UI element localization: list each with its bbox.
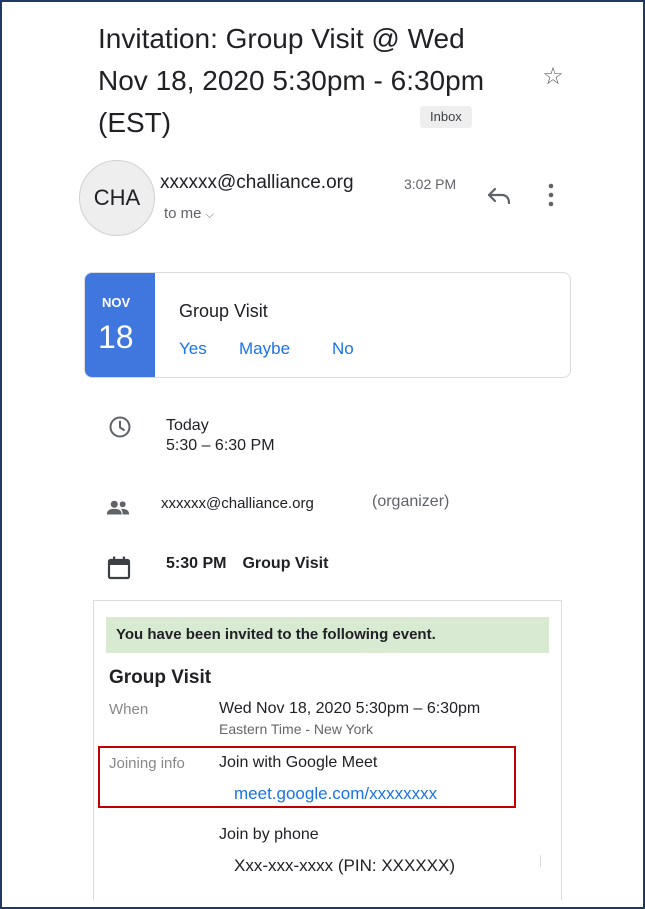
calendar-summary-time: 5:30 PM [166, 555, 227, 572]
star-outline-icon[interactable]: ☆ [540, 64, 566, 90]
when-value: Wed Nov 18, 2020 5:30pm – 6:30pm [219, 700, 481, 717]
recipient-label: to me [164, 205, 202, 222]
avatar: CHA [79, 160, 155, 236]
people-icon [106, 500, 130, 515]
event-day: 18 [98, 319, 134, 355]
invitation-title: Group Visit [109, 667, 212, 688]
inbox-label-badge[interactable]: Inbox [420, 106, 472, 128]
email-time: 3:02 PM [404, 176, 457, 192]
invitation-banner: You have been invited to the following e… [106, 617, 549, 653]
chevron-down-icon: ⌵ [205, 209, 214, 221]
reply-icon[interactable] [486, 185, 512, 207]
organizer-role: (organizer) [372, 493, 450, 510]
event-date-block: NOV 18 [85, 273, 155, 377]
when-label: When [109, 701, 149, 718]
clock-icon [109, 416, 131, 438]
rsvp-no-button[interactable]: No [332, 339, 354, 359]
calendar-summary[interactable]: 5:30 PM Group Visit [166, 555, 328, 573]
rsvp-maybe-button[interactable]: Maybe [239, 339, 290, 359]
event-title[interactable]: Group Visit [179, 301, 268, 322]
timezone-value: Eastern Time - New York [219, 721, 374, 737]
sender-address[interactable]: xxxxxx@challiance.org [160, 172, 354, 194]
event-when-day: Today [166, 417, 209, 434]
event-when: Today 5:30 – 6:30 PM [166, 416, 275, 456]
event-month: NOV [102, 295, 131, 310]
event-card[interactable]: NOV 18 Group Visit Yes Maybe No [84, 272, 571, 378]
event-when-time: 5:30 – 6:30 PM [166, 437, 275, 454]
joining-info-highlight [98, 746, 516, 808]
rsvp-yes-button[interactable]: Yes [179, 339, 207, 359]
email-view: Invitation: Group Visit @ Wed Nov 18, 20… [0, 0, 645, 909]
calendar-summary-title: Group Visit [242, 555, 329, 572]
scrollbar[interactable] [540, 855, 541, 867]
phone-number[interactable]: Xxx-xxx-xxxx (PIN: XXXXXX) [234, 856, 455, 876]
join-phone-label: Join by phone [219, 826, 319, 843]
calendar-icon [107, 556, 131, 580]
organizer-email[interactable]: xxxxxx@challiance.org [161, 495, 314, 512]
more-vertical-icon[interactable] [547, 182, 555, 208]
recipient-toggle[interactable]: to me ⌵ [164, 205, 214, 222]
